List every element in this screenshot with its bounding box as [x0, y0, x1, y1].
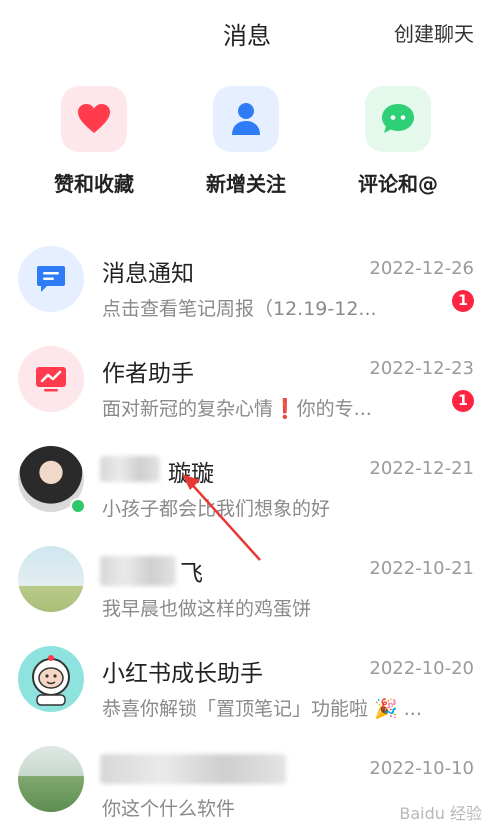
unread-badge: 1	[452, 290, 474, 312]
message-preview: 你这个什么软件	[102, 798, 236, 820]
message-preview: 点击查看笔记周报（12.19-12...	[102, 298, 377, 320]
new-followers-button[interactable]: 新增关注	[171, 86, 321, 197]
message-date: 2022-10-21	[369, 558, 474, 579]
quick-actions: 赞和收藏 新增关注 评论和@	[0, 86, 494, 206]
message-preview: 面对新冠的复杂心情❗你的专...	[102, 398, 372, 420]
quick-action-label: 新增关注	[206, 172, 286, 196]
blurred-name	[100, 456, 160, 482]
watermark-logo: Baidu 经验	[399, 804, 482, 823]
online-status-dot	[70, 498, 86, 514]
message-preview: 我早晨也做这样的鸡蛋饼	[102, 598, 312, 620]
avatar	[18, 546, 84, 612]
list-item[interactable]: 消息通知 2022-12-26 点击查看笔记周报（12.19-12... 1	[0, 232, 494, 332]
message-date: 2022-12-26	[369, 258, 474, 279]
trend-chart-icon	[18, 346, 84, 412]
message-date: 2022-10-10	[369, 758, 474, 779]
sender-name: 消息通知	[102, 261, 194, 287]
create-chat-button[interactable]: 创建聊天	[394, 18, 474, 47]
blurred-name	[100, 754, 286, 784]
notification-icon	[18, 246, 84, 312]
heart-icon	[61, 86, 127, 152]
avatar	[18, 746, 84, 812]
blurred-name	[100, 556, 176, 586]
likes-favorites-button[interactable]: 赞和收藏	[19, 86, 169, 197]
person-icon	[213, 86, 279, 152]
message-date: 2022-10-20	[369, 658, 474, 679]
list-item[interactable]: 璇璇 2022-12-21 小孩子都会比我们想象的好	[0, 432, 494, 561]
message-preview: 恭喜你解锁「置顶笔记」功能啦 🎉 ...	[102, 698, 422, 720]
list-item[interactable]: 作者助手 2022-12-23 面对新冠的复杂心情❗你的专... 1	[0, 332, 494, 432]
comments-mentions-button[interactable]: 评论和@	[323, 86, 473, 197]
chat-bubble-icon	[365, 86, 431, 152]
quick-action-label: 赞和收藏	[54, 172, 134, 196]
message-date: 2022-12-21	[369, 458, 474, 479]
sender-name: 作者助手	[102, 361, 194, 387]
message-date: 2022-12-23	[369, 358, 474, 379]
sender-name: 飞	[180, 561, 203, 587]
unread-badge: 1	[452, 390, 474, 412]
list-item[interactable]: 小红书成长助手 2022-10-20 恭喜你解锁「置顶笔记」功能啦 🎉 ...	[0, 632, 494, 732]
sender-name: 小红书成长助手	[102, 661, 263, 687]
header: 消息 创建聊天	[0, 0, 494, 70]
quick-action-label: 评论和@	[358, 172, 438, 196]
astronaut-avatar	[18, 646, 84, 712]
list-item[interactable]: 飞 2022-10-21 我早晨也做这样的鸡蛋饼	[0, 532, 494, 632]
